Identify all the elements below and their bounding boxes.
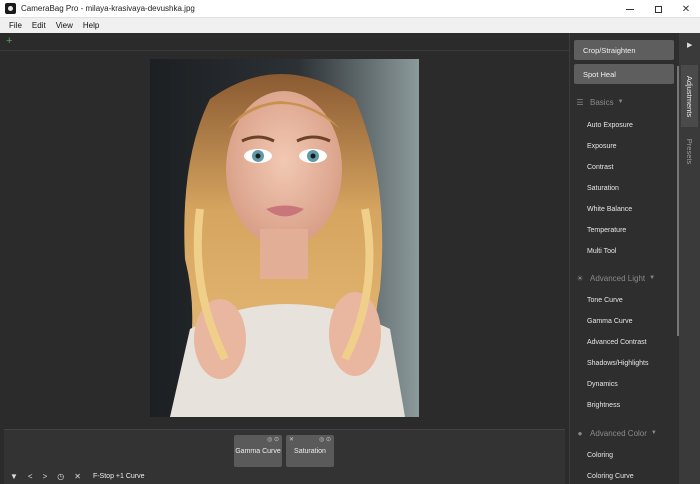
adjustment-white-balance[interactable]: White Balance xyxy=(587,206,632,213)
title-bar: CameraBag Pro - milaya-krasivaya-devushk… xyxy=(0,0,700,18)
adjustment-dynamics[interactable]: Dynamics xyxy=(587,381,618,388)
menu-edit[interactable]: Edit xyxy=(27,18,51,33)
menu-bar: File Edit View Help xyxy=(0,18,700,33)
window-controls: ✕ xyxy=(616,0,700,18)
tab-presets[interactable]: Presets xyxy=(681,133,698,169)
tab-adjustments-label: Adjustments xyxy=(685,75,694,117)
minimize-icon xyxy=(626,8,634,10)
sliders-icon: ☰ xyxy=(576,97,584,107)
minimize-button[interactable] xyxy=(616,0,644,18)
maximize-button[interactable] xyxy=(644,0,672,18)
menu-view[interactable]: View xyxy=(51,18,78,33)
window-title: CameraBag Pro - milaya-krasivaya-devushk… xyxy=(21,4,195,13)
adjustment-gamma-curve[interactable]: Gamma Curve xyxy=(587,318,633,325)
adjustment-coloring-curve[interactable]: Coloring Curve xyxy=(587,473,634,480)
layer-card-controls-icon[interactable]: ◎ ⊙ xyxy=(267,436,279,445)
close-button[interactable]: ✕ xyxy=(672,0,700,18)
adjustment-advanced-contrast[interactable]: Advanced Contrast xyxy=(587,339,647,346)
layer-card-label: Gamma Curve xyxy=(235,447,281,455)
menu-help[interactable]: Help xyxy=(78,18,104,33)
camerabag-logo-icon xyxy=(5,3,16,14)
adjustment-auto-exposure[interactable]: Auto Exposure xyxy=(587,122,633,129)
clear-icon[interactable]: ✕ xyxy=(74,472,81,481)
dropdown-arrow-icon[interactable]: ▼ xyxy=(10,472,18,481)
layer-remove-icon[interactable]: ✕ xyxy=(289,436,294,445)
preset-name: F-Stop +1 Curve xyxy=(92,472,145,480)
add-icon[interactable]: + xyxy=(6,35,12,47)
previous-icon[interactable]: < xyxy=(28,472,33,481)
portrait-image xyxy=(150,59,419,417)
maximize-icon xyxy=(654,5,662,13)
bottom-toolbar: ▼ < > ◷ ✕ F-Stop +1 Curve xyxy=(10,470,145,482)
sun-icon: ☀ xyxy=(576,273,584,283)
adjustment-multi-tool[interactable]: Multi Tool xyxy=(587,248,616,255)
adjustment-exposure[interactable]: Exposure xyxy=(587,143,617,150)
layer-card-label: Saturation xyxy=(294,447,326,455)
adjustment-saturation[interactable]: Saturation xyxy=(587,185,619,192)
layer-card-gamma-curve[interactable]: ◎ ⊙ Gamma Curve xyxy=(234,435,282,467)
adjustment-temperature[interactable]: Temperature xyxy=(587,227,626,234)
adjustment-tone-curve[interactable]: Tone Curve xyxy=(587,297,623,304)
layer-card-saturation[interactable]: ✕ ◎ ⊙ Saturation xyxy=(286,435,334,467)
adjustments-panel: Crop/Straighten Spot Heal ☰ Basics ▼ Aut… xyxy=(569,33,679,484)
palette-icon: ● xyxy=(577,428,583,438)
section-advanced-color-label: Advanced Color xyxy=(590,428,647,438)
layers-panel: ◎ ⊙ Gamma Curve ✕ ◎ ⊙ Saturation ▼ < > ◷… xyxy=(4,429,565,484)
collapse-panel-icon[interactable]: ▶ xyxy=(687,41,692,49)
adjustment-brightness[interactable]: Brightness xyxy=(587,402,620,409)
section-advanced-color[interactable]: ● Advanced Color ▼ xyxy=(575,426,657,440)
tab-adjustments[interactable]: Adjustments xyxy=(681,65,698,127)
crop-straighten-button[interactable]: Crop/Straighten xyxy=(574,40,674,60)
close-icon: ✕ xyxy=(681,3,691,15)
section-basics-label: Basics xyxy=(590,97,614,107)
section-basics[interactable]: ☰ Basics ▼ xyxy=(575,95,624,109)
layer-card-controls-icon[interactable]: ◎ ⊙ xyxy=(319,436,331,445)
chevron-down-icon: ▼ xyxy=(650,430,657,436)
chevron-down-icon: ▼ xyxy=(649,275,656,281)
image-workspace: + ◎ ⊙ Gamma Curve ✕ ◎ ⊙ Saturation ▼ < >… xyxy=(0,33,569,484)
menu-file[interactable]: File xyxy=(4,18,27,33)
adjustment-contrast[interactable]: Contrast xyxy=(587,164,613,171)
tab-presets-label: Presets xyxy=(685,138,694,164)
workspace-top-strip: + xyxy=(0,33,569,51)
adjustment-shadows-highlights[interactable]: Shadows/Highlights xyxy=(587,360,648,367)
side-tab-bar: ▶ Adjustments Presets xyxy=(679,33,700,484)
spot-heal-button[interactable]: Spot Heal xyxy=(574,64,674,84)
next-icon[interactable]: > xyxy=(43,472,48,481)
section-advanced-light[interactable]: ☀ Advanced Light ▼ xyxy=(575,271,655,285)
history-icon[interactable]: ◷ xyxy=(57,472,64,481)
adjustment-coloring[interactable]: Coloring xyxy=(587,452,613,459)
chevron-down-icon: ▼ xyxy=(617,99,624,105)
section-advanced-light-label: Advanced Light xyxy=(590,273,646,283)
photo-preview[interactable] xyxy=(150,59,419,417)
